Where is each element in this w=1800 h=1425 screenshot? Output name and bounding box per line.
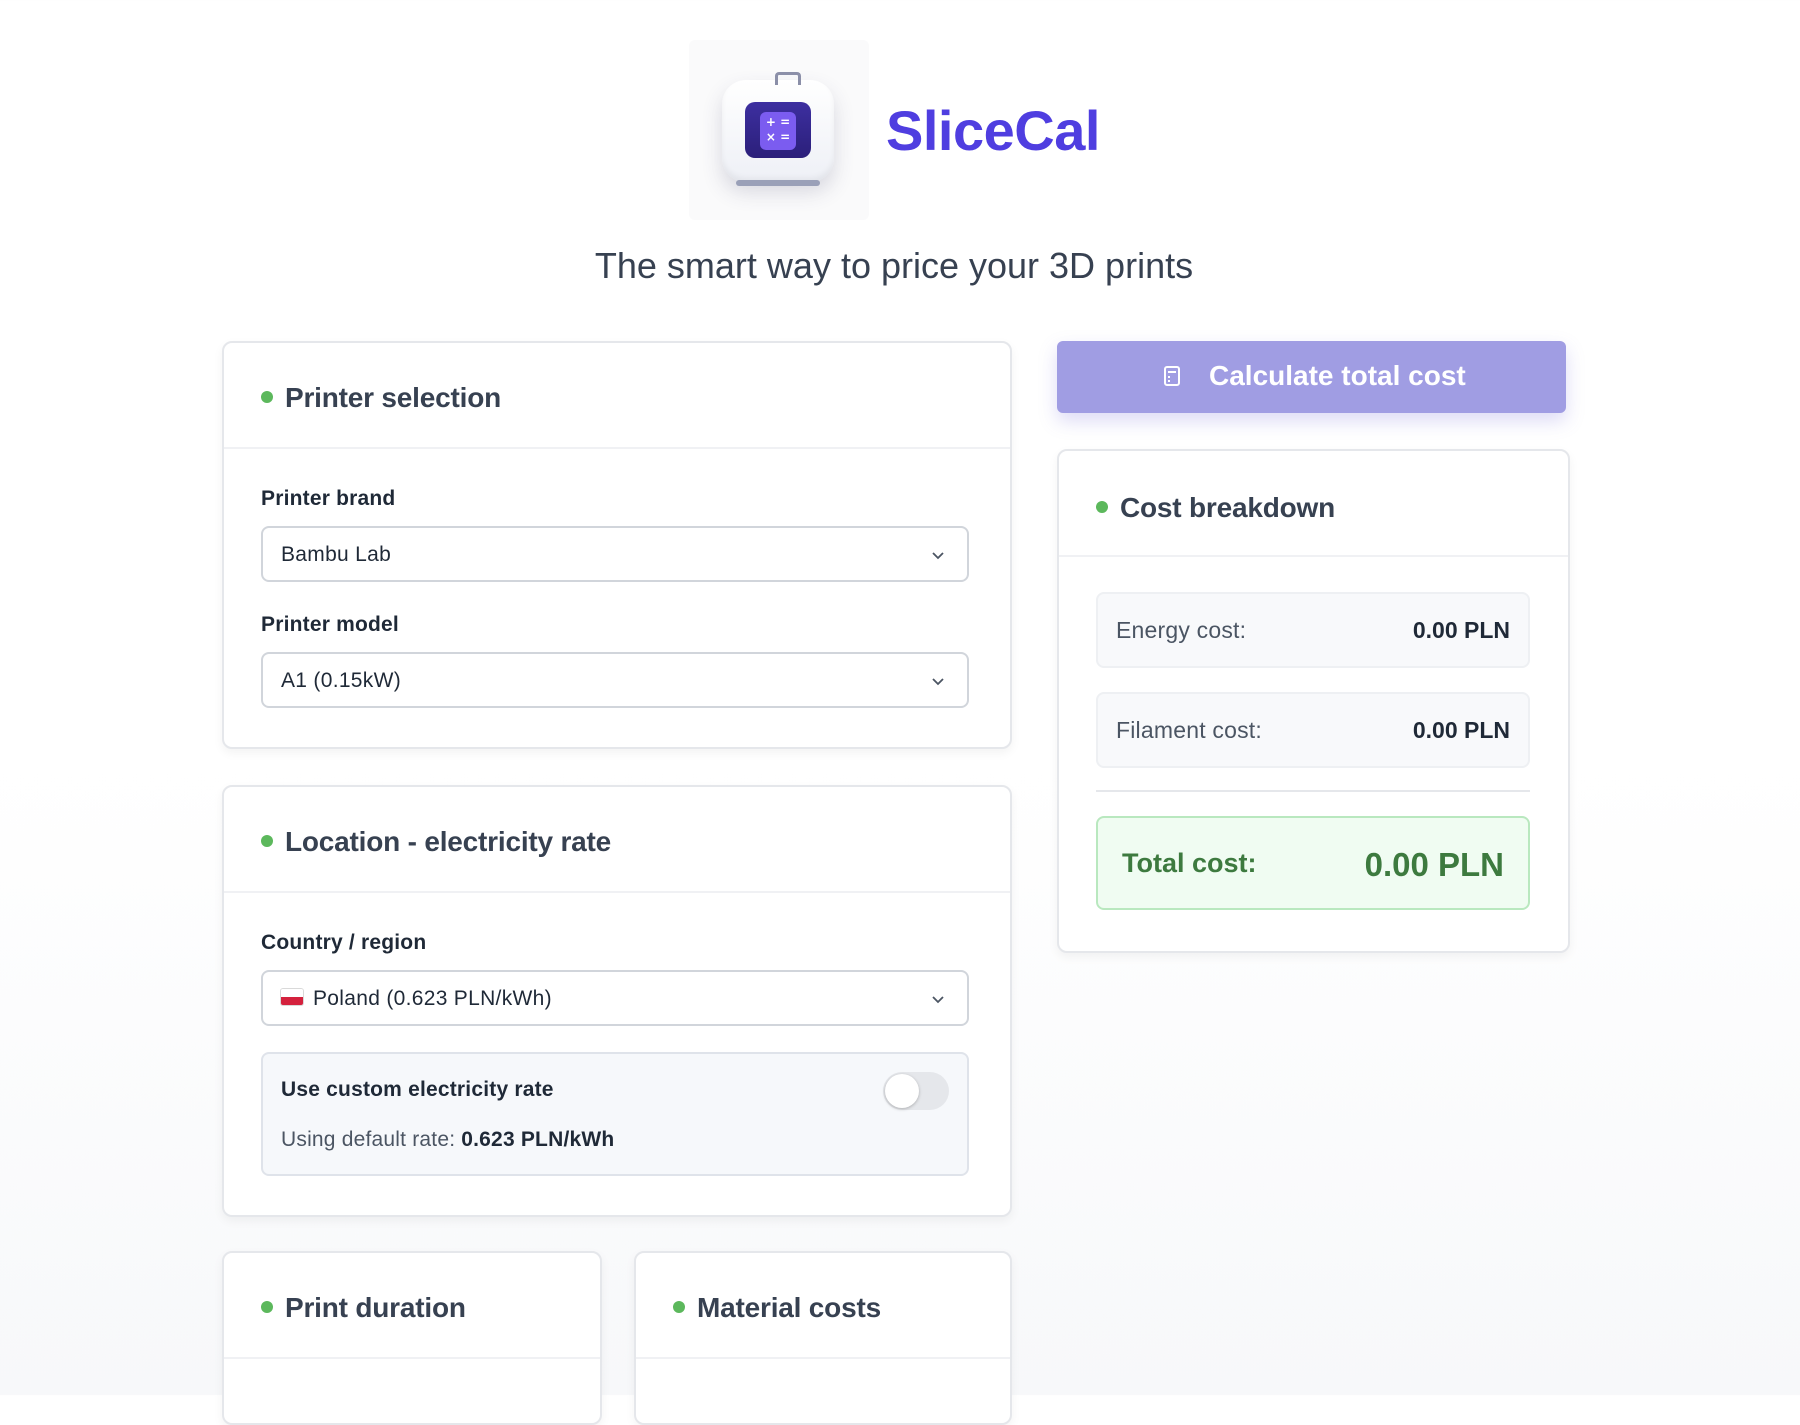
printer-calculator-icon: + = × = — [722, 72, 834, 186]
printer-model-value: A1 (0.15kW) — [281, 669, 401, 692]
section-dot-icon — [261, 391, 273, 403]
total-cost-label: Total cost: — [1122, 848, 1257, 878]
chevron-down-icon — [932, 996, 944, 1004]
toggle-knob — [885, 1074, 919, 1108]
cost-breakdown-card: Cost breakdown Energy cost: 0.00 PLN Fil… — [1057, 449, 1570, 953]
card-title: Location - electricity rate — [285, 826, 612, 857]
custom-rate-toggle[interactable] — [883, 1072, 949, 1110]
card-header: Material costs — [636, 1253, 1010, 1359]
filament-cost-label: Filament cost: — [1116, 717, 1262, 743]
card-header: Cost breakdown — [1059, 451, 1568, 557]
card-title: Material costs — [697, 1292, 881, 1323]
card-header: Print duration — [224, 1253, 600, 1359]
country-region-value: Poland (0.623 PLN/kWh) — [313, 987, 552, 1010]
default-rate-text: Using default rate: 0.623 PLN/kWh — [281, 1128, 615, 1151]
card-title: Printer selection — [285, 382, 502, 413]
country-region-select[interactable]: Poland (0.623 PLN/kWh) — [261, 970, 969, 1026]
app-tagline: The smart way to price your 3D prints — [594, 245, 1194, 286]
energy-cost-row: Energy cost: 0.00 PLN — [1096, 592, 1530, 668]
section-dot-icon — [261, 835, 273, 847]
filament-cost-row: Filament cost: 0.00 PLN — [1096, 692, 1530, 768]
calculator-icon — [1164, 366, 1180, 386]
printer-brand-label: Printer brand — [261, 487, 396, 510]
printer-model-label: Printer model — [261, 613, 399, 636]
default-rate-value: 0.623 PLN/kWh — [461, 1128, 615, 1151]
energy-cost-value: 0.00 PLN — [1412, 617, 1510, 643]
card-header: Printer selection — [224, 343, 1010, 449]
total-cost-value: 0.00 PLN — [1364, 846, 1504, 883]
divider — [1096, 790, 1530, 792]
printer-brand-select[interactable]: Bambu Lab — [261, 526, 969, 582]
app-header: + = × = SliceCal The smart way to price y… — [0, 0, 1800, 300]
chevron-down-icon — [932, 678, 944, 686]
card-title: Cost breakdown — [1120, 492, 1336, 523]
printer-selection-card: Printer selection Printer brand Bambu La… — [222, 341, 1012, 749]
chevron-down-icon — [932, 552, 944, 560]
app-name: SliceCal — [886, 99, 1100, 162]
total-cost-row: Total cost: 0.00 PLN — [1096, 816, 1530, 910]
section-dot-icon — [673, 1301, 685, 1313]
card-title: Print duration — [285, 1292, 466, 1323]
printer-brand-value: Bambu Lab — [281, 543, 392, 566]
printer-model-select[interactable]: A1 (0.15kW) — [261, 652, 969, 708]
print-duration-card: Print duration — [222, 1251, 602, 1425]
calculator-symbols: + = × = — [760, 112, 796, 150]
custom-rate-panel: Use custom electricity rate Using defaul… — [261, 1052, 969, 1176]
location-electricity-card: Location - electricity rate Country / re… — [222, 785, 1012, 1217]
energy-cost-label: Energy cost: — [1116, 617, 1247, 643]
calculate-total-cost-button[interactable]: Calculate total cost — [1057, 341, 1566, 413]
section-dot-icon — [1096, 501, 1108, 513]
card-header: Location - electricity rate — [224, 787, 1010, 893]
material-costs-card: Material costs — [634, 1251, 1012, 1425]
calculate-button-label: Calculate total cost — [1209, 360, 1466, 391]
country-region-label: Country / region — [261, 931, 427, 954]
filament-cost-value: 0.00 PLN — [1412, 717, 1510, 743]
app-logo: + = × = — [689, 40, 869, 220]
section-dot-icon — [261, 1301, 273, 1313]
custom-rate-label: Use custom electricity rate — [281, 1078, 554, 1101]
poland-flag-icon — [281, 989, 303, 1006]
